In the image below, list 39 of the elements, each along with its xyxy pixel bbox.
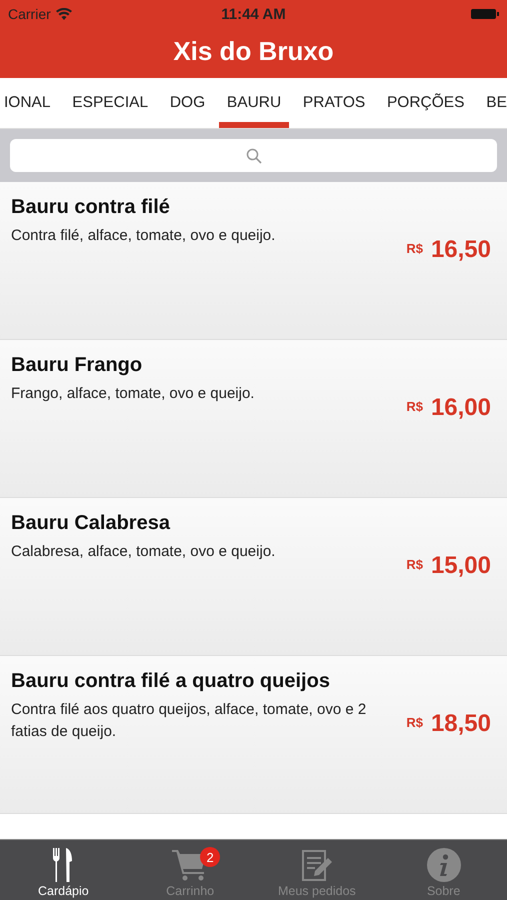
app-title: Xis do Bruxo [172,34,335,68]
item-name: Bauru contra filé [11,196,171,219]
category-tab[interactable]: PORÇÕES [378,78,472,128]
fork-knife-icon [52,848,74,882]
wifi-icon [56,8,72,20]
notepad-pencil-icon [300,848,333,882]
item-description: Contra filé aos quatro queijos, alface, tomate, ovo e 2 fatias de queijo. [11,700,368,742]
search-field[interactable] [10,139,497,172]
item-name: Bauru contra filé a quatro queijos [11,670,331,693]
info-icon [426,848,461,882]
carrier-name: Carrier [8,6,51,22]
battery-icon [471,8,499,20]
item-description: Frango, alface, tomate, ovo e queijo. [11,384,256,404]
category-tab[interactable]: PRATOS [294,78,374,128]
menu-item-card[interactable]: Bauru Calabresa Calabresa, alface, tomate, ovo e queijo. R$ 15,00 [0,498,507,656]
cart-count-badge: 2 [200,847,220,867]
item-price: 18,50 [430,710,491,738]
item-description: Calabresa, alface, tomate, ovo e queijo. [11,542,276,562]
item-price: 16,00 [430,394,491,422]
tab-bar-item[interactable]: Cardápio [0,840,127,900]
item-description: Contra filé, alface, tomate, ovo e queijo. [11,226,276,246]
search-icon [246,148,262,164]
category-tab[interactable]: DOG [162,78,214,128]
menu-item-card[interactable]: Bauru contra filé a quatro queijos Contra filé aos quatro queijos, alface, tomate, ovo e 2 fatias de queijo. R$ 18,50 [0,656,507,814]
currency-symbol: R$ [406,399,423,414]
menu-item-card[interactable]: Bauru Frango Frango, alface, tomate, ovo e queijo. R$ 16,00 [0,340,507,498]
currency-symbol: R$ [406,241,423,256]
item-price: 16,50 [430,236,491,264]
category-tab[interactable]: ESPECIAL [64,78,156,128]
category-tab[interactable]: IONAL [0,78,59,128]
item-name: Bauru Calabresa [11,512,172,535]
menu-item-card[interactable]: Bauru contra filé Contra filé, alface, tomate, ovo e queijo. R$ 16,50 [0,182,507,340]
currency-symbol: R$ [406,715,423,730]
item-name: Bauru Frango [11,354,144,377]
currency-symbol: R$ [406,557,423,572]
tab-bar-item[interactable]: 2 Carrinho [126,840,254,900]
item-price: 15,00 [430,552,491,580]
category-tab[interactable]: BE [478,78,507,128]
status-time: 11:44 AM [221,6,286,22]
